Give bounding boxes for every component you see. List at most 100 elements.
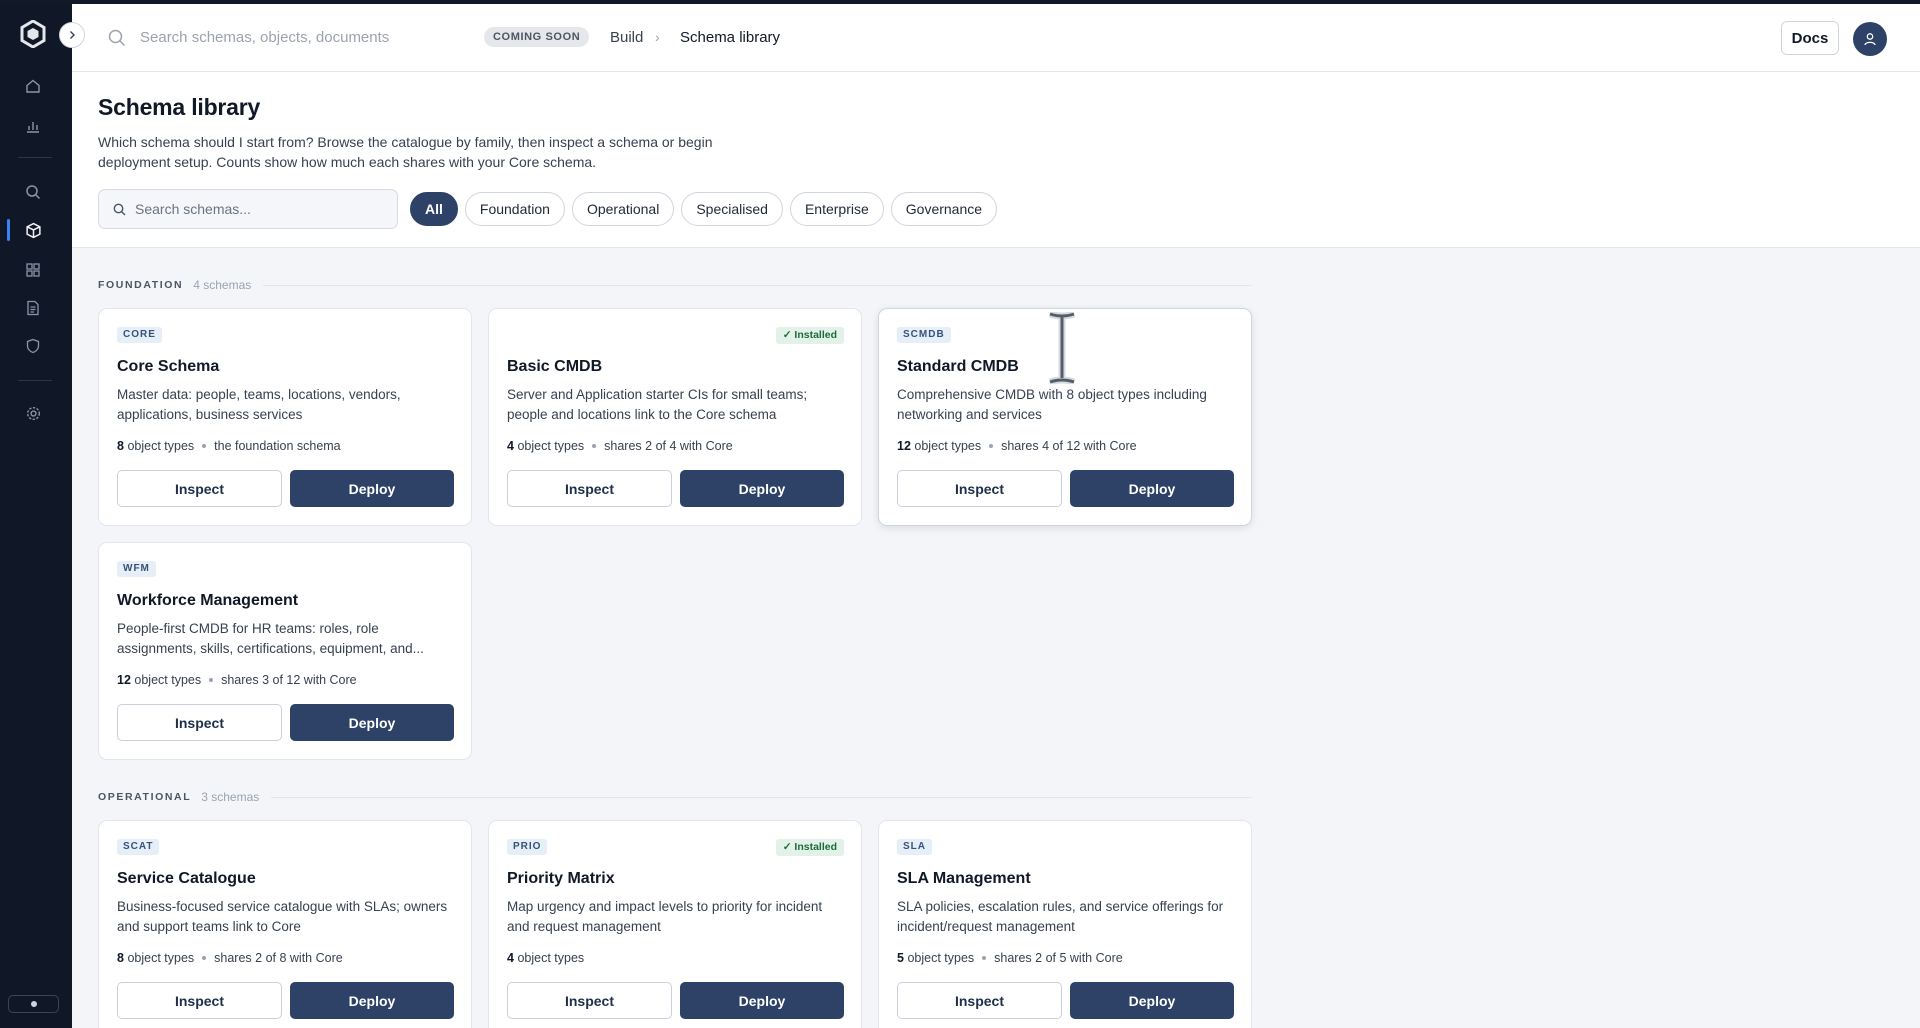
object-type-label: object types	[134, 673, 202, 687]
sidebar-expand-button[interactable]	[59, 22, 85, 48]
deploy-button[interactable]: Deploy	[1070, 982, 1234, 1019]
schema-card[interactable]: SCAT Service Catalogue Business-focused se…	[98, 820, 472, 1028]
schema-card[interactable]: WFM Workforce Management People-first CMDB…	[98, 542, 472, 760]
top-edge	[0, 0, 1920, 4]
schema-meta: 8 object types the foundation schema	[117, 439, 341, 453]
object-type-count: 4	[507, 951, 514, 965]
shield-icon[interactable]	[22, 335, 44, 357]
global-search-input[interactable]	[140, 22, 440, 52]
core-share-text: shares 3 of 12 with Core	[221, 673, 357, 687]
schema-code-badge: SCAT	[117, 839, 160, 855]
schema-search-input[interactable]	[135, 190, 385, 228]
search-icon	[113, 203, 126, 221]
schema-card[interactable]: ✓ Installed Basic CMDB Server and Applicat…	[488, 308, 862, 526]
schema-title: Standard CMDB	[897, 358, 1019, 375]
section-header-operational: OPERATIONAL 3 schemas	[98, 790, 1252, 804]
deploy-button[interactable]: Deploy	[290, 982, 454, 1019]
section-header-foundation: FOUNDATION 4 schemas	[98, 278, 1252, 292]
filter-chip-enterprise[interactable]: Enterprise	[789, 192, 884, 226]
core-share-text: shares 4 of 12 with Core	[1001, 439, 1137, 453]
installed-badge: ✓ Installed	[775, 327, 844, 344]
core-share-text: shares 2 of 5 with Core	[994, 951, 1123, 965]
deploy-button[interactable]: Deploy	[680, 982, 844, 1019]
inspect-button[interactable]: Inspect	[117, 982, 282, 1019]
meta-separator	[982, 955, 987, 960]
breadcrumb-build[interactable]: Build	[610, 29, 643, 46]
section-divider	[271, 796, 1252, 798]
inspect-button[interactable]: Inspect	[117, 704, 282, 741]
search-icon[interactable]	[22, 181, 44, 203]
schema-title: Workforce Management	[117, 592, 299, 609]
schema-description: Comprehensive CMDB with 8 object types i…	[897, 387, 1207, 422]
meta-separator	[592, 443, 597, 448]
user-avatar[interactable]	[1853, 22, 1887, 56]
schema-code-badge: WFM	[117, 561, 156, 577]
schema-card[interactable]: SLA SLA Management SLA policies, escalatio…	[878, 820, 1252, 1028]
inspect-button[interactable]: Inspect	[897, 982, 1062, 1019]
object-type-count: 4	[507, 439, 514, 453]
section-title: OPERATIONAL	[98, 791, 192, 803]
status-indicator[interactable]	[8, 995, 59, 1013]
schema-card[interactable]: CORE Core Schema Master data: people, team…	[98, 308, 472, 526]
schema-card[interactable]: PRIO ✓ Installed Priority Matrix Map urgenc…	[488, 820, 862, 1028]
schema-search[interactable]	[98, 189, 398, 229]
core-share-text: shares 2 of 4 with Core	[604, 439, 733, 453]
inspect-button[interactable]: Inspect	[897, 470, 1062, 507]
text-cursor-icon	[1034, 310, 1090, 389]
family-filter-chips: All Foundation Operational Specialised Enter…	[410, 192, 998, 226]
object-type-count: 12	[897, 439, 911, 453]
core-share-text: shares 2 of 8 with Core	[214, 951, 343, 965]
schema-meta: 5 object types shares 2 of 5 with Core	[897, 951, 1123, 965]
object-type-label: object types	[907, 951, 975, 965]
document-icon[interactable]	[22, 297, 44, 319]
page-description: Which schema should I start from? Browse…	[98, 134, 713, 170]
app-logo-icon[interactable]	[20, 19, 46, 49]
inspect-button[interactable]: Inspect	[507, 982, 672, 1019]
filter-chip-foundation[interactable]: Foundation	[464, 192, 565, 226]
deploy-button[interactable]: Deploy	[680, 470, 844, 507]
home-icon[interactable]	[22, 75, 44, 97]
object-type-label: object types	[127, 951, 195, 965]
deploy-button[interactable]: Deploy	[290, 470, 454, 507]
inspect-button[interactable]: Inspect	[117, 470, 282, 507]
deploy-button[interactable]: Deploy	[290, 704, 454, 741]
filter-chip-governance[interactable]: Governance	[890, 192, 998, 226]
filter-chip-operational[interactable]: Operational	[571, 192, 675, 226]
installed-badge: ✓ Installed	[775, 839, 844, 856]
search-icon	[108, 29, 126, 52]
deploy-button[interactable]: Deploy	[1070, 470, 1234, 507]
schema-description: People-first CMDB for HR teams: roles, r…	[117, 621, 424, 656]
core-share-text: the foundation schema	[214, 439, 341, 453]
gear-icon[interactable]	[22, 402, 44, 424]
chart-icon[interactable]	[22, 115, 44, 137]
object-type-label: object types	[517, 439, 585, 453]
object-type-count: 5	[897, 951, 904, 965]
schema-code-badge: PRIO	[507, 839, 548, 855]
schema-meta: 8 object types shares 2 of 8 with Core	[117, 951, 343, 965]
top-header: COMING SOON Build › Schema library Docs	[72, 4, 1920, 72]
sidebar-active-indicator	[7, 219, 10, 241]
meta-separator	[209, 677, 214, 682]
page-header: Schema library Which schema should I sta…	[72, 72, 1920, 248]
schema-title: SLA Management	[897, 870, 1031, 887]
cube-icon[interactable]	[22, 219, 44, 241]
schema-code-badge: CORE	[117, 327, 162, 343]
object-type-label: object types	[517, 951, 585, 965]
section-count: 4 schemas	[193, 278, 252, 292]
schema-code-badge: SCMDB	[897, 327, 951, 343]
user-icon	[1864, 33, 1876, 46]
grid-icon[interactable]	[22, 259, 44, 281]
inspect-button[interactable]: Inspect	[507, 470, 672, 507]
object-type-count: 12	[117, 673, 131, 687]
schema-title: Service Catalogue	[117, 870, 256, 887]
schema-title: Priority Matrix	[507, 870, 615, 887]
schema-description: Business-focused service catalogue with …	[117, 899, 448, 934]
filter-chip-all[interactable]: All	[410, 192, 458, 226]
meta-separator	[202, 443, 207, 448]
schema-meta: 12 object types shares 3 of 12 with Core	[117, 673, 357, 687]
section-divider	[263, 284, 1252, 286]
docs-button[interactable]: Docs	[1781, 21, 1839, 55]
schema-description: Map urgency and impact levels to priorit…	[507, 899, 823, 934]
filter-chip-specialised[interactable]: Specialised	[681, 192, 783, 226]
schema-meta: 4 object types shares 2 of 4 with Core	[507, 439, 733, 453]
